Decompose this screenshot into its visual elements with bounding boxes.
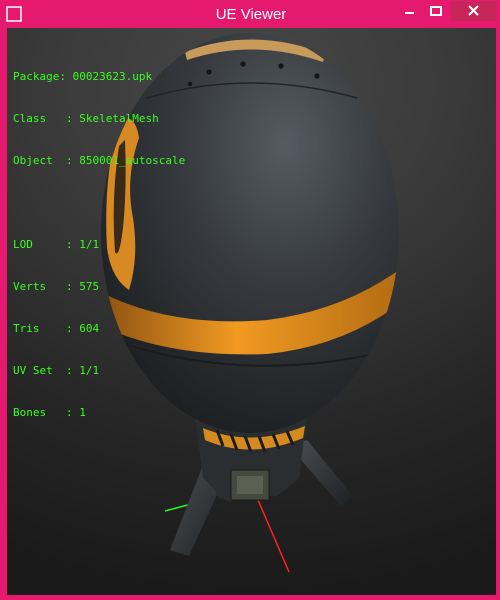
info-tris-value: 604 xyxy=(79,322,100,335)
info-lod-label: LOD : xyxy=(13,238,80,251)
info-uvset-value: 1/1 xyxy=(79,364,100,377)
info-tris-label: Tris : xyxy=(13,322,80,335)
info-uvset-row: UV Set : 1/1 xyxy=(13,364,185,378)
info-package-value: 00023623.upk xyxy=(72,70,153,83)
info-package-row: Package: 00023623.upk xyxy=(13,70,185,84)
mesh-nozzle-bracket-inner xyxy=(237,476,263,494)
info-package-label: Package: xyxy=(13,70,73,83)
app-window: UE Viewer Package: 00023623.upk Class: … xyxy=(0,0,500,600)
3d-viewport[interactable]: Package: 00023623.upk Class : SkeletalMe… xyxy=(7,28,496,595)
info-spacer xyxy=(13,196,185,210)
info-verts-value: 575 xyxy=(79,280,100,293)
info-object-value: 850001_autoscale xyxy=(79,154,186,167)
info-class-value: SkeletalMesh xyxy=(79,112,159,125)
info-tris-row: Tris : 604 xyxy=(13,322,185,336)
minimize-icon xyxy=(405,12,414,14)
info-verts-label: Verts : xyxy=(13,280,80,293)
info-verts-row: Verts : 575 xyxy=(13,280,185,294)
minimize-button[interactable] xyxy=(399,1,421,21)
close-icon xyxy=(468,5,479,16)
info-bones-label: Bones : xyxy=(13,406,80,419)
maximize-button[interactable] xyxy=(425,1,447,21)
info-class-label: Class : xyxy=(13,112,80,125)
info-lod-row: LOD : 1/1 xyxy=(13,238,185,252)
info-uvset-label: UV Set : xyxy=(13,364,80,377)
mesh-info-overlay: Package: 00023623.upk Class : SkeletalMe… xyxy=(13,42,185,448)
info-object-label: Object : xyxy=(13,154,80,167)
info-bones-value: 1 xyxy=(79,406,86,419)
info-object-row: Object : 850001_autoscale xyxy=(13,154,185,168)
title-bar[interactable]: UE Viewer xyxy=(1,1,500,28)
info-class-row: Class : SkeletalMesh xyxy=(13,112,185,126)
info-lod-value: 1/1 xyxy=(79,238,100,251)
close-button[interactable] xyxy=(451,1,496,21)
maximize-icon xyxy=(430,6,442,16)
info-bones-row: Bones : 1 xyxy=(13,406,185,420)
